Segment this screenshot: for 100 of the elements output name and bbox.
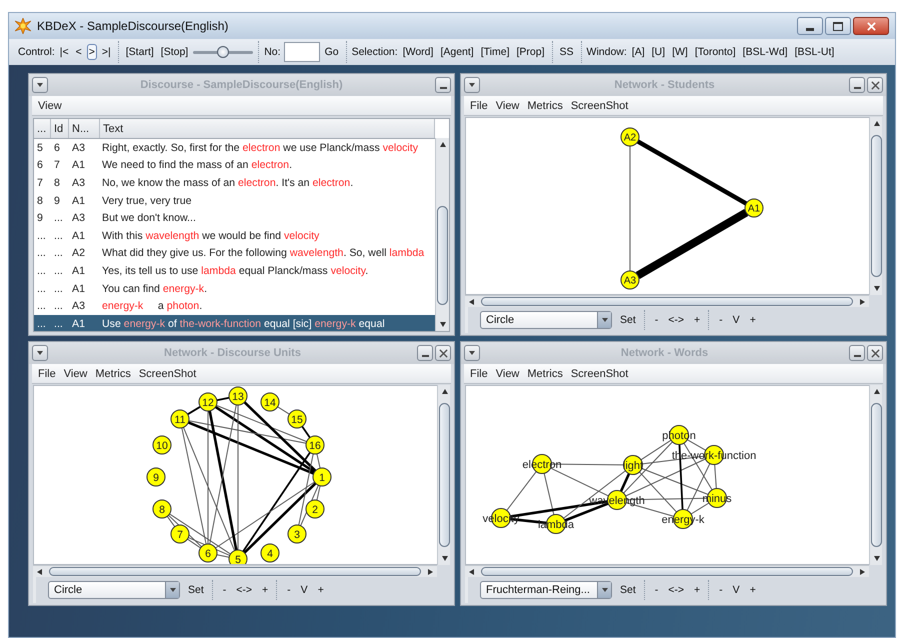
close-button[interactable] — [853, 17, 889, 35]
width-button[interactable]: + — [692, 312, 702, 328]
table-row[interactable]: ... ... A3 energy-k a photon. — [34, 297, 435, 315]
toolbar-button[interactable]: [Start] — [124, 44, 156, 60]
vertical-scrollbar[interactable] — [869, 117, 882, 295]
graph-node[interactable]: 7 — [170, 524, 190, 544]
layout-dropdown[interactable]: Circle — [48, 581, 180, 599]
menu-item[interactable]: ScreenShot — [138, 368, 196, 380]
column-header[interactable]: Text — [100, 119, 435, 138]
slider[interactable] — [193, 45, 254, 59]
close-button[interactable] — [435, 345, 451, 361]
toolbar-button[interactable]: Go — [322, 44, 341, 60]
height-button[interactable]: V — [730, 312, 742, 328]
graph-node[interactable]: 10 — [152, 436, 172, 454]
menu-item[interactable]: File — [470, 100, 488, 112]
width-button[interactable]: <-> — [666, 582, 686, 598]
toolbar-button[interactable]: [Time] — [478, 44, 512, 60]
toolbar-button[interactable]: [Word] — [400, 44, 436, 60]
graph-node[interactable]: 16 — [306, 436, 324, 454]
table-row[interactable]: 7 8 A3 No, we know the mass of an electron. It's an electron. — [34, 174, 435, 192]
table-row[interactable]: ... ... A1 With this wavelength we would be find velocity — [34, 226, 435, 245]
panel-menu-button[interactable] — [464, 77, 480, 93]
table-row[interactable]: ... ... A1 Yes, its tell us to use lambda equal Planck/mass velocity. — [34, 262, 435, 280]
graph-node[interactable]: 11 — [170, 410, 190, 428]
toolbar-button[interactable]: [Toronto] — [692, 44, 738, 60]
toolbar-button[interactable]: < — [74, 44, 84, 60]
minimize-button[interactable] — [797, 17, 823, 35]
menu-item[interactable]: ScreenShot — [570, 100, 628, 112]
vertical-scrollbar[interactable] — [437, 385, 450, 565]
toolbar-button[interactable]: [Agent] — [438, 44, 476, 60]
panel-menu-button[interactable] — [32, 77, 48, 93]
toolbar-button[interactable]: SS — [558, 44, 576, 60]
width-button[interactable]: + — [260, 582, 270, 598]
graph-node[interactable]: 12 — [198, 392, 218, 412]
panel-menu-button[interactable] — [32, 345, 48, 361]
table-row[interactable]: 8 9 A1 Very true, very true — [34, 192, 435, 210]
graph-node[interactable]: 8 — [152, 500, 172, 518]
menu-item[interactable]: File — [38, 368, 56, 380]
number-field[interactable] — [284, 42, 320, 62]
width-button[interactable]: - — [652, 582, 660, 598]
height-button[interactable]: V — [730, 582, 742, 598]
minimize-button[interactable] — [849, 345, 865, 361]
table-row[interactable]: ... ... A2 What did they give us. For the following wavelength. So, well lambda — [34, 244, 435, 262]
graph-node[interactable]: A1 — [744, 198, 764, 218]
maximize-button[interactable] — [825, 17, 851, 35]
horizontal-scrollbar[interactable] — [465, 565, 869, 577]
horizontal-scrollbar[interactable] — [33, 565, 437, 577]
width-button[interactable]: + — [692, 582, 702, 598]
toolbar-button[interactable]: [U] — [650, 44, 668, 60]
layout-dropdown[interactable]: Circle — [480, 311, 612, 329]
horizontal-scrollbar[interactable] — [465, 295, 869, 307]
menu-item[interactable]: View — [496, 368, 520, 380]
toolbar-button[interactable]: [W] — [670, 44, 690, 60]
height-button[interactable]: - — [717, 312, 725, 328]
vertical-scrollbar[interactable] — [869, 385, 882, 565]
set-button[interactable]: Set — [618, 312, 638, 328]
menu-item[interactable]: View — [38, 100, 62, 112]
panel-menu-button[interactable] — [464, 345, 480, 361]
toolbar-button[interactable]: [Prop] — [514, 44, 547, 60]
minimize-button[interactable] — [435, 77, 451, 93]
graph-node[interactable]: 6 — [198, 544, 218, 562]
table-row[interactable]: 9 ... A3 But we don't know... — [34, 209, 435, 227]
menu-item[interactable]: View — [496, 100, 520, 112]
slider-thumb[interactable] — [217, 46, 230, 58]
graph-node[interactable]: 13 — [228, 386, 248, 406]
width-button[interactable]: <-> — [666, 312, 686, 328]
height-button[interactable]: V — [298, 582, 310, 598]
graph-node[interactable]: 9 — [146, 468, 166, 486]
toolbar-button[interactable]: > — [86, 44, 97, 60]
graph-node[interactable]: A3 — [620, 270, 640, 290]
menu-item[interactable]: File — [470, 368, 488, 380]
width-button[interactable]: - — [220, 582, 228, 598]
height-button[interactable]: + — [316, 582, 326, 598]
toolbar-button[interactable]: |< — [58, 44, 71, 60]
graph-node[interactable]: 14 — [260, 392, 280, 412]
graph-node[interactable]: 2 — [306, 500, 324, 518]
graph-node[interactable]: 5 — [228, 550, 248, 564]
vertical-scrollbar[interactable] — [435, 138, 449, 331]
graph-node[interactable]: 4 — [260, 544, 280, 562]
graph-node[interactable]: 15 — [288, 410, 306, 428]
height-button[interactable]: - — [285, 582, 293, 598]
column-header[interactable]: Id — [51, 119, 69, 138]
width-button[interactable]: - — [652, 312, 660, 328]
menu-item[interactable]: View — [64, 368, 88, 380]
menu-item[interactable]: ScreenShot — [570, 368, 628, 380]
height-button[interactable]: - — [717, 582, 725, 598]
graph-node[interactable]: A2 — [620, 128, 640, 146]
toolbar-button[interactable]: [Stop] — [158, 44, 190, 60]
table-row[interactable]: 5 6 A3 Right, exactly. So, first for the electron we use Planck/mass velocity — [34, 139, 435, 157]
toolbar-button[interactable]: [BSL-Ut] — [792, 44, 836, 60]
minimize-button[interactable] — [849, 77, 865, 93]
table-row[interactable]: ... ... A1 You can find energy-k. — [34, 280, 435, 298]
menu-item[interactable]: Metrics — [95, 368, 131, 380]
table-row[interactable]: ... ... A1 Use energy-k of the-work-function equal [sic] energy-k equal — [34, 314, 435, 331]
menu-item[interactable]: Metrics — [527, 100, 563, 112]
set-button[interactable]: Set — [618, 582, 638, 598]
graph-node[interactable]: 3 — [288, 524, 306, 544]
width-button[interactable]: <-> — [234, 582, 254, 598]
close-button[interactable] — [867, 345, 883, 361]
toolbar-button[interactable]: [BSL-Wd] — [740, 44, 790, 60]
